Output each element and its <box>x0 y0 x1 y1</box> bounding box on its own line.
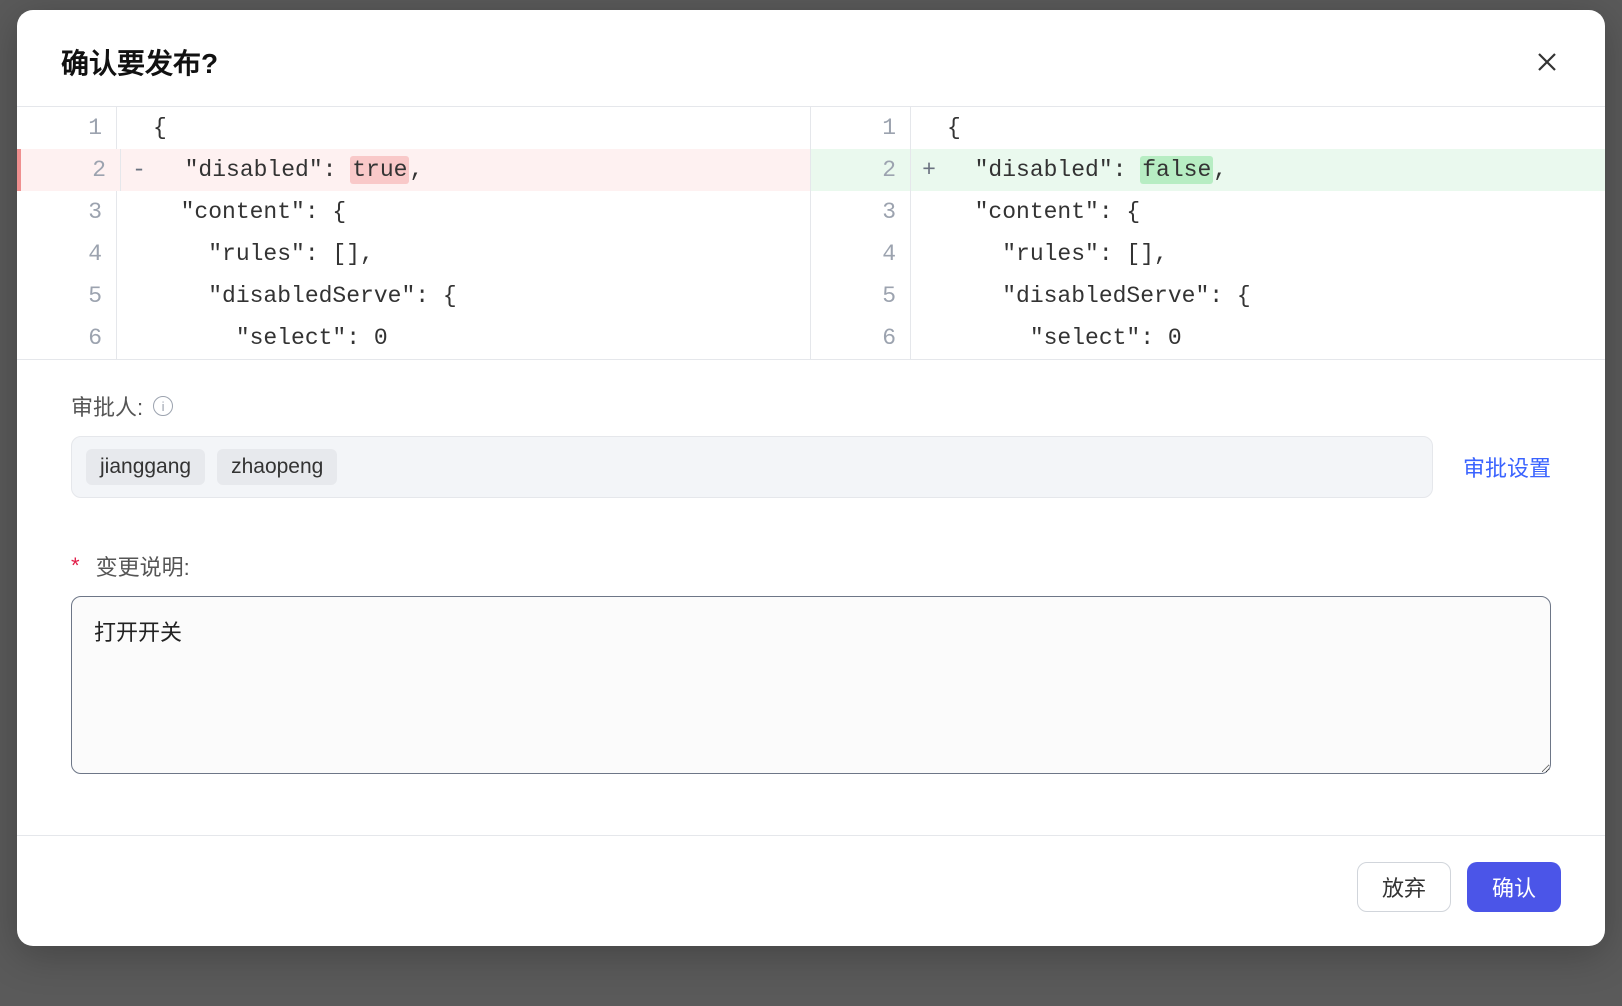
line-number: 5 <box>17 275 117 317</box>
diff-marker <box>911 233 947 275</box>
diff-line: 1{ <box>17 107 810 149</box>
diff-marker <box>117 191 153 233</box>
diff-left-pane: 1{2- "disabled": true,3 "content": {4 "r… <box>17 107 811 359</box>
diff-line: 1{ <box>811 107 1605 149</box>
diff-marker <box>911 107 947 149</box>
diff-line: 2+ "disabled": false, <box>811 149 1605 191</box>
diff-line: 5 "disabledServe": { <box>17 275 810 317</box>
diff-line: 3 "content": { <box>811 191 1605 233</box>
approvers-label: 审批人: <box>71 390 143 422</box>
diff-marker <box>911 317 947 359</box>
diff-line: 5 "disabledServe": { <box>811 275 1605 317</box>
diff-removed-highlight: true <box>350 156 409 184</box>
code-content: "disabled": true, <box>157 149 810 191</box>
description-block: * 变更说明: <box>71 550 1551 779</box>
modal-title: 确认要发布? <box>61 42 218 82</box>
modal-footer: 放弃 确认 <box>17 835 1605 946</box>
diff-marker: + <box>911 149 947 191</box>
diff-marker <box>117 317 153 359</box>
code-content: "select": 0 <box>947 317 1605 359</box>
line-number: 6 <box>17 317 117 359</box>
line-number: 6 <box>811 317 911 359</box>
cancel-button[interactable]: 放弃 <box>1357 862 1451 912</box>
line-number: 4 <box>17 233 117 275</box>
approvers-row: jianggang zhaopeng 审批设置 <box>71 436 1551 498</box>
code-content: "content": { <box>153 191 810 233</box>
diff-marker <box>117 107 153 149</box>
line-number: 3 <box>17 191 117 233</box>
diff-line: 3 "content": { <box>17 191 810 233</box>
description-label: 变更说明: <box>96 550 190 582</box>
code-content: "rules": [], <box>153 233 810 275</box>
diff-marker <box>117 233 153 275</box>
info-icon[interactable]: i <box>153 396 173 416</box>
line-number: 2 <box>21 149 121 191</box>
diff-right-pane: 1{2+ "disabled": false,3 "content": {4 "… <box>811 107 1605 359</box>
code-content: "select": 0 <box>153 317 810 359</box>
form-area: 审批人: i jianggang zhaopeng 审批设置 * 变更说明: <box>17 360 1605 789</box>
approvers-label-row: 审批人: i <box>71 390 1551 422</box>
required-star: * <box>71 553 80 579</box>
code-content: "rules": [], <box>947 233 1605 275</box>
line-number: 1 <box>17 107 117 149</box>
publish-confirm-modal: 确认要发布? 1{2- "disabled": true,3 "content"… <box>17 10 1605 946</box>
diff-viewer: 1{2- "disabled": true,3 "content": {4 "r… <box>17 106 1605 360</box>
code-content: "disabled": false, <box>947 149 1605 191</box>
line-number: 5 <box>811 275 911 317</box>
approver-chip[interactable]: jianggang <box>86 449 205 485</box>
diff-marker <box>911 275 947 317</box>
line-number: 3 <box>811 191 911 233</box>
diff-line: 4 "rules": [], <box>811 233 1605 275</box>
line-number: 1 <box>811 107 911 149</box>
approval-settings-link[interactable]: 审批设置 <box>1463 451 1551 483</box>
code-content: "content": { <box>947 191 1605 233</box>
diff-marker <box>911 191 947 233</box>
confirm-button[interactable]: 确认 <box>1467 862 1561 912</box>
line-number: 4 <box>811 233 911 275</box>
code-content: "disabledServe": { <box>947 275 1605 317</box>
description-label-row: * 变更说明: <box>71 550 1551 582</box>
diff-added-highlight: false <box>1140 156 1213 184</box>
diff-line: 6 "select": 0 <box>17 317 810 359</box>
diff-line: 6 "select": 0 <box>811 317 1605 359</box>
description-textarea[interactable] <box>71 596 1551 774</box>
modal-header: 确认要发布? <box>17 10 1605 106</box>
diff-line: 2- "disabled": true, <box>17 149 810 191</box>
close-icon <box>1535 50 1559 74</box>
code-content: { <box>947 107 1605 149</box>
close-button[interactable] <box>1533 48 1561 76</box>
code-content: { <box>153 107 810 149</box>
diff-line: 4 "rules": [], <box>17 233 810 275</box>
line-number: 2 <box>811 149 911 191</box>
code-content: "disabledServe": { <box>153 275 810 317</box>
approver-chip[interactable]: zhaopeng <box>217 449 337 485</box>
approvers-input[interactable]: jianggang zhaopeng <box>71 436 1433 498</box>
diff-marker <box>117 275 153 317</box>
diff-marker: - <box>121 149 157 191</box>
